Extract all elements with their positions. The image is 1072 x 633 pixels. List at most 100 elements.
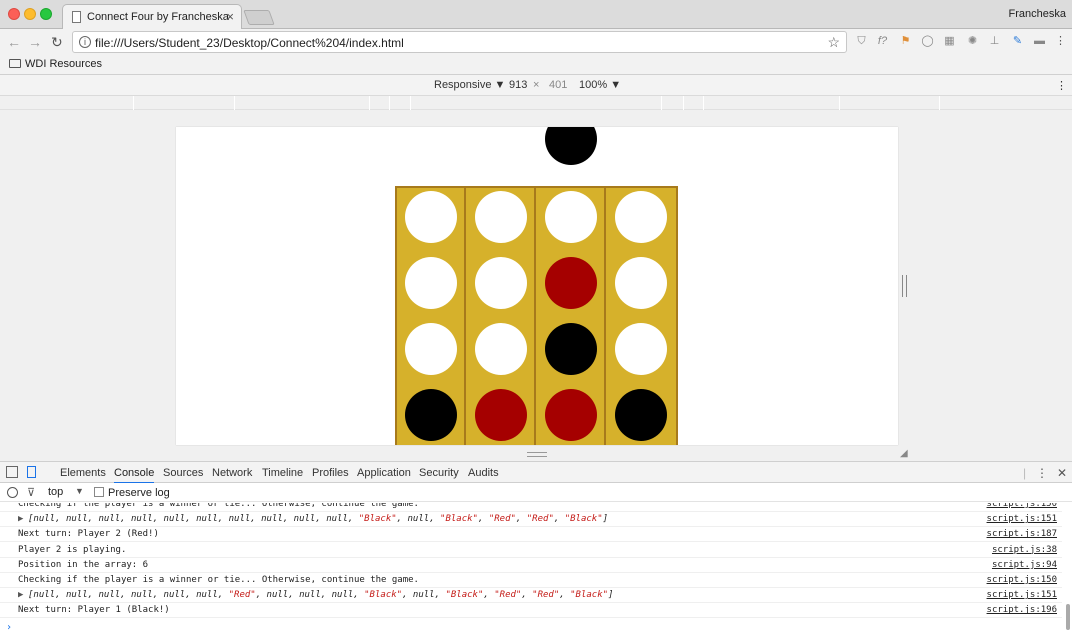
browser-tab[interactable]: Connect Four by Francheska ×: [62, 4, 242, 29]
pin-extension-icon[interactable]: ⊥: [988, 35, 1001, 48]
devtools-menu-icon[interactable]: ⋮: [1036, 466, 1048, 480]
console-scrollbar[interactable]: [1066, 604, 1070, 630]
url-text[interactable]: file:///Users/Student_23/Desktop/Connect…: [95, 36, 404, 50]
tab-audits[interactable]: Audits: [468, 467, 499, 479]
tab-close-icon[interactable]: ×: [226, 9, 234, 24]
zoom-select[interactable]: 100% ▼: [579, 79, 621, 91]
slot-red: [545, 257, 597, 309]
slot-white: [615, 323, 667, 375]
back-icon[interactable]: ←: [7, 34, 21, 50]
source-link[interactable]: script.js:38: [992, 545, 1057, 555]
board-column[interactable]: [607, 188, 676, 445]
source-link[interactable]: script.js:151: [987, 514, 1057, 524]
console-message: Position in the array: 6 script.js:94: [0, 558, 1062, 573]
tab-console[interactable]: Console: [114, 467, 155, 484]
info-icon[interactable]: i: [79, 36, 91, 48]
viewport-width-input[interactable]: 913: [509, 79, 527, 91]
context-dropdown-icon[interactable]: ▼: [75, 486, 84, 496]
formula-extension-icon[interactable]: f?: [876, 35, 889, 48]
devtools-close-icon[interactable]: ✕: [1057, 466, 1067, 480]
page-viewport: [176, 127, 898, 445]
tab-network[interactable]: Network: [212, 467, 252, 479]
tab-sources[interactable]: Sources: [163, 467, 203, 479]
circle-extension-icon[interactable]: ◯: [921, 35, 934, 48]
board-column[interactable]: [537, 188, 606, 445]
device-more-icon[interactable]: ⋮: [1056, 79, 1067, 92]
source-link[interactable]: script.js:187: [987, 529, 1057, 539]
maximize-window-button[interactable]: [40, 8, 52, 20]
console-message: ▶ [null, null, null, null, null, null, "R…: [0, 588, 1062, 604]
viewport-resize-corner-icon[interactable]: ◢: [900, 448, 908, 459]
tab-elements[interactable]: Elements: [60, 467, 106, 479]
board-column[interactable]: [467, 188, 536, 445]
tab-security[interactable]: Security: [419, 467, 459, 479]
shield-extension-icon[interactable]: ⛉: [855, 35, 868, 48]
grid-extension-icon[interactable]: ▦: [943, 35, 956, 48]
toggle-device-icon[interactable]: [27, 466, 36, 478]
hat-extension-icon[interactable]: ▬: [1033, 35, 1046, 48]
slot-black: [545, 323, 597, 375]
bookmark-extension-icon[interactable]: ⚑: [899, 35, 912, 48]
folder-icon: [9, 59, 21, 68]
context-select[interactable]: top: [48, 486, 63, 498]
slot-white: [405, 257, 457, 309]
clear-console-icon[interactable]: [7, 487, 18, 498]
source-link[interactable]: script.js:94: [992, 560, 1057, 570]
tab-application[interactable]: Application: [357, 467, 411, 479]
reload-icon[interactable]: ↻: [51, 34, 63, 51]
array-preview[interactable]: [null, null, null, null, null, null, "Re…: [28, 590, 613, 600]
next-piece-black[interactable]: [545, 127, 597, 165]
slot-red: [545, 389, 597, 441]
board-column[interactable]: [397, 188, 466, 445]
eyedropper-extension-icon[interactable]: ✎: [1011, 35, 1024, 48]
inspect-element-icon[interactable]: [6, 466, 18, 478]
viewport-height-input[interactable]: 401: [549, 79, 567, 91]
filter-icon[interactable]: ⊽: [27, 486, 35, 499]
slot-white: [615, 257, 667, 309]
array-preview[interactable]: [null, null, null, null, null, null, nul…: [28, 514, 608, 524]
tab-profiles[interactable]: Profiles: [312, 467, 349, 479]
star-icon[interactable]: ☆: [827, 34, 840, 51]
slot-white: [545, 191, 597, 243]
menu-icon[interactable]: ⋮: [1054, 35, 1067, 48]
viewport-resize-handle-bottom[interactable]: [527, 452, 547, 457]
source-link[interactable]: script.js:150: [987, 503, 1057, 509]
game-board: [395, 186, 678, 445]
slot-black: [405, 389, 457, 441]
console-message: ▶ [null, null, null, null, null, null, nu…: [0, 512, 1062, 528]
preserve-log-checkbox[interactable]: [94, 487, 104, 497]
minimize-window-button[interactable]: [24, 8, 36, 20]
preserve-log-label: Preserve log: [108, 487, 170, 499]
device-mode-select[interactable]: Responsive ▼: [434, 79, 505, 91]
tab-timeline[interactable]: Timeline: [262, 467, 303, 479]
close-window-button[interactable]: [8, 8, 20, 20]
slot-white: [475, 323, 527, 375]
console-message: Next turn: Player 1 (Black!) script.js:19…: [0, 603, 1062, 619]
browser-toolbar: ← → ↻ i file:///Users/Student_23/Desktop…: [0, 29, 1072, 55]
tab-bar: Connect Four by Francheska × Francheska: [0, 0, 1072, 29]
bookmark-folder-wdi-resources[interactable]: WDI Resources: [25, 58, 102, 70]
viewport-resize-handle-right[interactable]: [902, 275, 907, 297]
gear-extension-icon[interactable]: ✺: [966, 35, 979, 48]
toolbar-divider: |: [1023, 466, 1027, 480]
dimension-separator: ×: [533, 79, 540, 91]
profile-name[interactable]: Francheska: [1009, 8, 1066, 20]
forward-icon[interactable]: →: [28, 34, 42, 50]
source-link[interactable]: script.js:151: [987, 590, 1057, 600]
source-link[interactable]: script.js:150: [987, 575, 1057, 585]
console-message-text: Player 2 is playing.: [18, 544, 127, 555]
console-prompt[interactable]: ›: [6, 622, 12, 633]
console-message: Next turn: Player 2 (Red!) script.js:187: [0, 527, 1062, 543]
console-message-text: Next turn: Player 1 (Black!): [18, 605, 170, 616]
address-bar[interactable]: i file:///Users/Student_23/Desktop/Conne…: [72, 31, 847, 53]
media-query-bar[interactable]: [0, 96, 1072, 110]
console-filter-bar: ⊽ top ▼ Preserve log: [0, 483, 1072, 502]
new-tab-button[interactable]: [243, 10, 275, 25]
expand-array-icon[interactable]: ▶: [18, 514, 23, 524]
expand-array-icon[interactable]: ▶: [18, 590, 23, 600]
console-message: Player 2 is playing. script.js:38: [0, 543, 1062, 558]
source-link[interactable]: script.js:196: [987, 605, 1057, 615]
device-stage: ◢: [0, 110, 1072, 461]
slot-white: [615, 191, 667, 243]
slot-white: [405, 191, 457, 243]
